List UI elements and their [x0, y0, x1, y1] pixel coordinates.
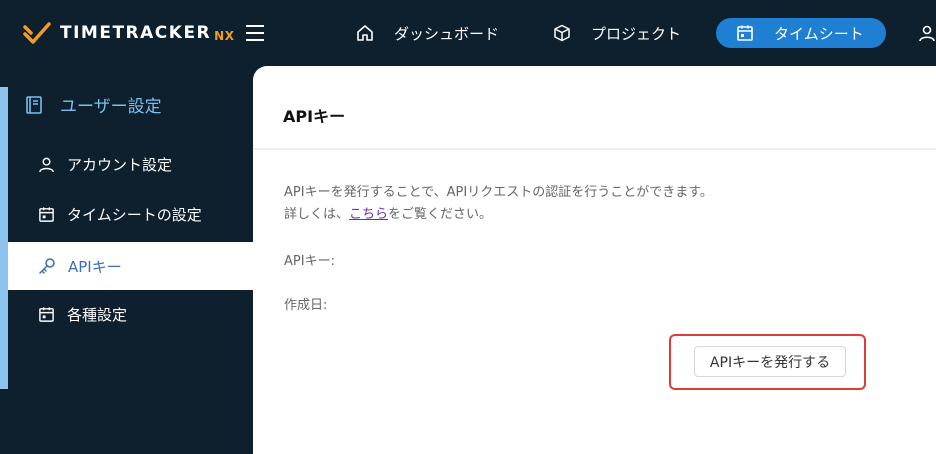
sidebar-item-timesheet-settings[interactable]: タイムシートの設定 [8, 190, 253, 238]
sidebar-item-misc-settings[interactable]: 各種設定 [8, 290, 253, 338]
notebook-icon [26, 95, 42, 114]
sidebar-header-label: ユーザー設定 [60, 97, 162, 117]
sidebar-item-label: アカウント設定 [67, 155, 173, 174]
api-key-label: APIキー: [284, 254, 335, 269]
user-icon [39, 157, 54, 172]
nav-timesheet-label: タイムシート [774, 24, 864, 43]
nav-user[interactable] [918, 18, 936, 48]
nav-project[interactable]: プロジェクト [553, 18, 681, 48]
calendar-icon [39, 306, 54, 322]
sidebar-item-label: タイムシートの設定 [67, 205, 202, 224]
nav-timesheet[interactable]: タイムシート [716, 18, 886, 48]
description-suffix: をご覧ください。 [388, 207, 493, 222]
app-logo[interactable]: TIMETRACKER NX [22, 18, 234, 48]
description-line-2: 詳しくは、こちらをご覧ください。 [284, 204, 713, 226]
description-line-1: APIキーを発行することで、APIリクエストの認証を行うことができます。 [284, 185, 713, 200]
sidebar-item-api-key[interactable]: APIキー [8, 242, 253, 290]
sidebar-item-account[interactable]: アカウント設定 [8, 140, 253, 188]
main-content-panel: APIキー APIキーを発行することで、APIリクエストの認証を行うことができま… [253, 66, 936, 454]
user-icon [919, 25, 935, 42]
issue-api-key-button[interactable]: APIキーを発行する [694, 346, 846, 377]
created-date-label: 作成日: [284, 298, 328, 313]
page-title: APIキー [283, 107, 346, 126]
calendar-icon [737, 25, 753, 41]
hamburger-menu-icon[interactable] [245, 24, 265, 42]
sidebar-header: ユーザー設定 [24, 92, 162, 117]
logo-suffix: NX [214, 29, 235, 43]
cube-icon [554, 24, 570, 42]
key-icon [39, 258, 55, 274]
nav-dashboard[interactable]: ダッシュボード [356, 18, 499, 48]
logo-mark-icon [23, 22, 51, 44]
logo-text: TIMETRACKER [60, 23, 212, 43]
title-divider [253, 148, 936, 150]
description: APIキーを発行することで、APIリクエストの認証を行うことができます。 詳しく… [284, 182, 713, 226]
sidebar-item-label: APIキー [68, 257, 122, 276]
description-prefix: 詳しくは、 [284, 207, 350, 222]
sidebar-item-label: 各種設定 [67, 305, 128, 324]
calendar-icon [39, 206, 54, 222]
home-icon [357, 25, 373, 41]
nav-dashboard-label: ダッシュボード [394, 24, 500, 43]
nav-project-label: プロジェクト [591, 24, 682, 43]
details-link[interactable]: こちら [349, 207, 388, 222]
sidebar-accent-bar [0, 87, 8, 389]
top-navbar: TIMETRACKER NX ダッシュボード プロジェクト タイムシート [0, 0, 936, 66]
